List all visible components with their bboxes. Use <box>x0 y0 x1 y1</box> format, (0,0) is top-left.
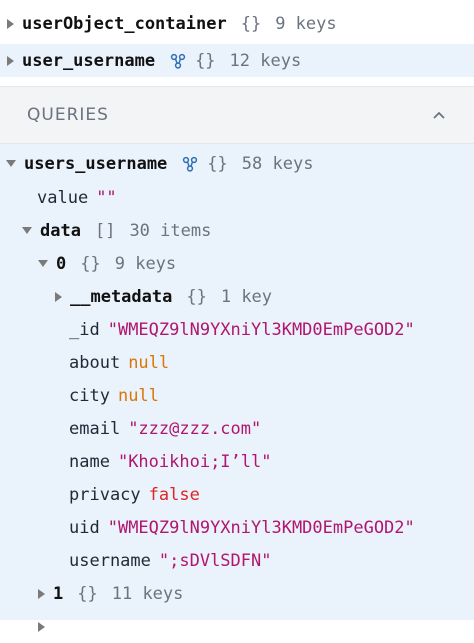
field-value: null <box>128 352 170 373</box>
tree-item-partial <box>0 610 474 643</box>
tree-item-users-username[interactable]: users_username {} 58 keys <box>0 147 474 180</box>
tree-item-key: __metadata <box>70 286 173 307</box>
field-key: city <box>69 385 110 406</box>
field-value: null <box>117 385 159 406</box>
tree-item-privacy[interactable]: privacy false <box>0 478 474 511</box>
key-count: 11 keys <box>111 583 184 604</box>
tree-item-1[interactable]: 1 {} 11 keys <box>0 577 474 610</box>
tree-item-0[interactable]: 0 {} 9 keys <box>0 247 474 280</box>
field-key: name <box>69 451 110 472</box>
queries-tree: users_username {} 58 keys value "" data … <box>0 144 474 632</box>
tree-item-metadata[interactable]: __metadata {} 1 key <box>0 280 474 313</box>
top-panel: userObject_container {} 9 keys user_user… <box>0 0 474 86</box>
field-key: about <box>69 352 121 373</box>
tree-item-key: users_username <box>24 153 168 174</box>
type-brace: {} <box>207 153 228 174</box>
tree-item-key: 1 <box>53 583 64 604</box>
collapse-arrow-icon[interactable] <box>38 260 48 267</box>
field-key: value <box>37 187 89 208</box>
key-count: 9 keys <box>114 253 177 274</box>
type-bracket: [] <box>94 220 116 241</box>
expand-arrow-icon[interactable] <box>7 55 14 66</box>
queries-section-header[interactable]: QUERIES <box>0 86 474 144</box>
field-value: "Khoikhoi;I’ll" <box>117 451 272 472</box>
tree-item-key: userObject_container <box>22 13 227 34</box>
item-count: 30 items <box>129 220 212 241</box>
share-link-icon[interactable] <box>169 52 187 70</box>
tree-item-username[interactable]: username ";sDVlSDFN" <box>0 544 474 577</box>
field-value: "zzz@zzz.com" <box>128 418 262 439</box>
collapse-arrow-icon[interactable] <box>6 160 16 167</box>
type-brace: {} <box>186 286 207 307</box>
key-count: 1 key <box>220 286 273 307</box>
tree-item-id[interactable]: _id "WMEQZ9lN9YXniYl3KMD0EmPeGOD2" <box>0 313 474 346</box>
expand-arrow-icon <box>38 621 45 632</box>
field-key: _id <box>69 319 100 340</box>
tree-item-value[interactable]: value "" <box>0 181 474 214</box>
field-value: "" <box>96 187 117 208</box>
tree-item-email[interactable]: email "zzz@zzz.com" <box>0 412 474 445</box>
field-key: privacy <box>69 484 141 505</box>
expand-arrow-icon[interactable] <box>55 291 62 302</box>
type-brace: {} <box>77 583 98 604</box>
tree-item-data[interactable]: data [] 30 items <box>0 214 474 247</box>
tree-item-name[interactable]: name "Khoikhoi;I’ll" <box>0 445 474 478</box>
field-value: "WMEQZ9lN9YXniYl3KMD0EmPeGOD2" <box>107 517 415 538</box>
type-brace: {} <box>80 253 101 274</box>
tree-item-about[interactable]: about null <box>0 346 474 379</box>
tree-item-userobject-container[interactable]: userObject_container {} 9 keys <box>0 7 474 40</box>
tree-item-key: user_username <box>22 50 156 71</box>
field-key: email <box>69 418 121 439</box>
tree-item-uid[interactable]: uid "WMEQZ9lN9YXniYl3KMD0EmPeGOD2" <box>0 511 474 544</box>
collapse-arrow-icon[interactable] <box>22 227 32 234</box>
field-value: ";sDVlSDFN" <box>158 550 272 571</box>
type-brace: {} <box>195 50 216 71</box>
share-link-icon[interactable] <box>181 155 199 173</box>
field-key: username <box>69 550 151 571</box>
field-key: uid <box>69 517 100 538</box>
key-count: 9 keys <box>275 13 337 34</box>
tree-item-key: 0 <box>56 253 67 274</box>
chevron-up-icon[interactable] <box>432 105 446 125</box>
queries-title: QUERIES <box>27 105 109 125</box>
tree-item-user-username[interactable]: user_username {} 12 keys <box>0 44 474 77</box>
expand-arrow-icon[interactable] <box>38 588 45 599</box>
tree-item-city[interactable]: city null <box>0 379 474 412</box>
tree-item-key: data <box>40 220 81 241</box>
expand-arrow-icon[interactable] <box>7 18 14 29</box>
field-value: false <box>148 484 200 505</box>
field-value: "WMEQZ9lN9YXniYl3KMD0EmPeGOD2" <box>107 319 415 340</box>
key-count: 58 keys <box>241 153 314 174</box>
type-brace: {} <box>240 13 262 34</box>
key-count: 12 keys <box>229 50 302 71</box>
